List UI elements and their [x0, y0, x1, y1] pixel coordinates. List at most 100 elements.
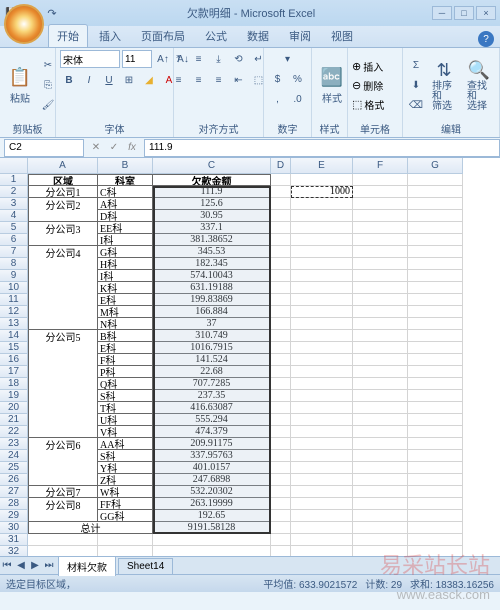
tab-layout[interactable]: 页面布局 [132, 24, 194, 47]
row-header[interactable]: 21 [0, 414, 28, 426]
spreadsheet-grid[interactable]: ABCDEFG1区域科室欠款金额2分公司1C科111.910003分公司2A科1… [0, 158, 500, 556]
cancel-fx-icon[interactable]: ✕ [88, 140, 104, 156]
align-label: 对齐方式 [178, 120, 259, 137]
fill-button[interactable]: ⬇ [407, 76, 425, 94]
find-select-button[interactable]: 🔍 查找和 选择 [463, 56, 495, 114]
row-header[interactable]: 9 [0, 270, 28, 282]
row-header[interactable]: 17 [0, 366, 28, 378]
row-header[interactable]: 28 [0, 498, 28, 510]
tab-view[interactable]: 视图 [322, 24, 362, 47]
sheet-nav-next[interactable]: ▶ [28, 559, 42, 573]
row-header[interactable]: 20 [0, 402, 28, 414]
sheet-nav-last[interactable]: ⏭ [42, 559, 56, 573]
sheet-nav-first[interactable]: ⏮ [0, 559, 14, 573]
sheet-tab-1[interactable]: 材料欠款 [58, 556, 116, 576]
sum-button[interactable]: Σ [407, 56, 425, 74]
row-header[interactable]: 30 [0, 522, 28, 534]
row-header[interactable]: 4 [0, 210, 28, 222]
row-header[interactable]: 23 [0, 438, 28, 450]
row-header[interactable]: 7 [0, 246, 28, 258]
currency-button[interactable]: $ [269, 70, 287, 88]
enter-fx-icon[interactable]: ✓ [106, 140, 122, 156]
row-header[interactable]: 29 [0, 510, 28, 522]
tab-review[interactable]: 审阅 [280, 24, 320, 47]
underline-button[interactable]: U [100, 71, 118, 89]
minimize-button[interactable]: ─ [432, 6, 452, 20]
number-format-button[interactable]: ▾ [268, 50, 308, 68]
align-middle-button[interactable]: ≡ [190, 50, 208, 68]
row-header[interactable]: 14 [0, 330, 28, 342]
cut-button[interactable]: ✂ [39, 56, 57, 74]
col-header[interactable]: C [153, 158, 271, 174]
row-header[interactable]: 5 [0, 222, 28, 234]
row-header[interactable]: 32 [0, 546, 28, 556]
paste-button[interactable]: 📋 粘贴 [4, 64, 36, 107]
align-right-button[interactable]: ≡ [210, 71, 228, 89]
insert-cells-button[interactable]: 插入 [363, 59, 383, 74]
formula-bar[interactable]: 111.9 [144, 139, 500, 157]
align-bottom-button[interactable]: ⤓ [210, 50, 228, 68]
row-header[interactable]: 31 [0, 534, 28, 546]
office-button[interactable] [4, 4, 44, 44]
bold-button[interactable]: B [60, 71, 78, 89]
row-header[interactable]: 18 [0, 378, 28, 390]
tab-formula[interactable]: 公式 [196, 24, 236, 47]
row-header[interactable]: 2 [0, 186, 28, 198]
sort-filter-button[interactable]: ⇅ 排序和 筛选 [428, 56, 460, 114]
align-top-button[interactable]: ⤒ [170, 50, 188, 68]
sort-icon: ⇅ [432, 58, 456, 82]
row-header[interactable]: 25 [0, 462, 28, 474]
col-header[interactable]: D [271, 158, 291, 174]
tab-insert[interactable]: 插入 [90, 24, 130, 47]
tab-data[interactable]: 数据 [238, 24, 278, 47]
fx-icon[interactable]: fx [124, 140, 140, 156]
tab-home[interactable]: 开始 [48, 24, 88, 47]
row-header[interactable]: 24 [0, 450, 28, 462]
sheet-tab-2[interactable]: Sheet14 [118, 558, 173, 574]
row-header[interactable]: 11 [0, 294, 28, 306]
clear-button[interactable]: ⌫ [407, 96, 425, 114]
percent-button[interactable]: % [289, 70, 307, 88]
format-painter-button[interactable]: 🖌 [39, 96, 57, 114]
delete-cells-button[interactable]: 删除 [363, 78, 383, 93]
row-header[interactable]: 26 [0, 474, 28, 486]
row-header[interactable]: 1 [0, 174, 28, 186]
formula-bar-row: C2 ✕ ✓ fx 111.9 [0, 138, 500, 158]
col-header[interactable]: F [353, 158, 408, 174]
row-header[interactable]: 10 [0, 282, 28, 294]
row-header[interactable]: 12 [0, 306, 28, 318]
row-header[interactable]: 13 [0, 318, 28, 330]
italic-button[interactable]: I [80, 71, 98, 89]
close-button[interactable]: × [476, 6, 496, 20]
indent-dec-button[interactable]: ⇤ [230, 71, 248, 89]
col-header[interactable]: A [28, 158, 98, 174]
col-header[interactable]: B [98, 158, 153, 174]
col-header[interactable]: G [408, 158, 463, 174]
orientation-button[interactable]: ⟲ [230, 50, 248, 68]
font-size-select[interactable] [122, 50, 152, 68]
row-header[interactable]: 15 [0, 342, 28, 354]
align-center-button[interactable]: ≡ [190, 71, 208, 89]
fill-color-button[interactable]: ◢ [140, 71, 158, 89]
align-left-button[interactable]: ≡ [170, 71, 188, 89]
row-header[interactable]: 27 [0, 486, 28, 498]
inc-decimal-button[interactable]: .0 [289, 90, 307, 108]
maximize-button[interactable]: □ [454, 6, 474, 20]
row-header[interactable]: 8 [0, 258, 28, 270]
row-header[interactable]: 19 [0, 390, 28, 402]
format-cells-button[interactable]: 格式 [364, 97, 384, 112]
sheet-nav-prev[interactable]: ◀ [14, 559, 28, 573]
help-icon[interactable]: ? [478, 31, 494, 47]
row-header[interactable]: 6 [0, 234, 28, 246]
comma-button[interactable]: , [269, 90, 287, 108]
col-header[interactable]: E [291, 158, 353, 174]
styles-button[interactable]: 🔤 样式 [316, 64, 348, 107]
border-button[interactable]: ⊞ [120, 71, 138, 89]
copy-button[interactable]: ⎘ [39, 76, 57, 94]
row-header[interactable]: 3 [0, 198, 28, 210]
row-header[interactable]: 22 [0, 426, 28, 438]
row-header[interactable]: 16 [0, 354, 28, 366]
name-box[interactable]: C2 [4, 139, 84, 157]
redo-icon[interactable]: ↷ [44, 5, 60, 21]
font-name-select[interactable] [60, 50, 120, 68]
